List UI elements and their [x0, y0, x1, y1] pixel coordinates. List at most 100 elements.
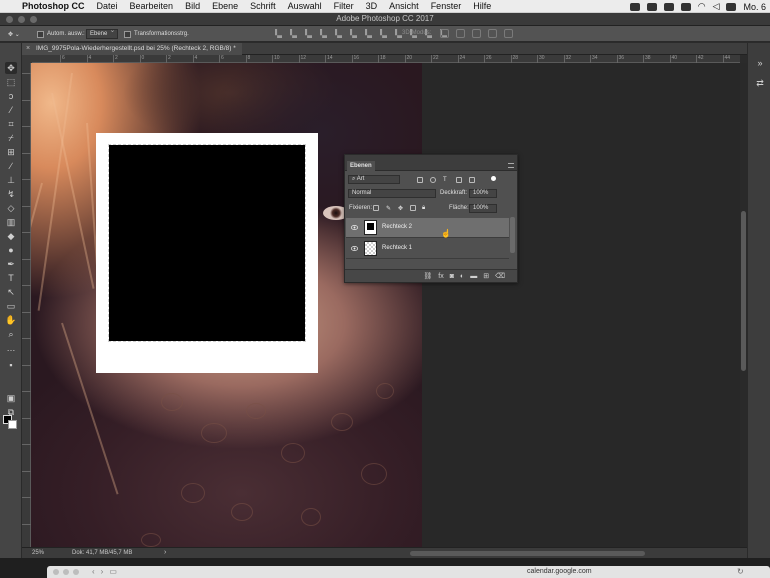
- align-left-icon[interactable]: [320, 29, 327, 38]
- layer-row-rechteck-1[interactable]: Rechteck 1: [346, 239, 509, 259]
- visibility-eye-icon[interactable]: [351, 224, 358, 231]
- align-top-icon[interactable]: [275, 29, 282, 38]
- layers-tab[interactable]: Ebenen: [347, 161, 375, 171]
- align-hcenter-icon[interactable]: [335, 29, 342, 38]
- display-icon[interactable]: [680, 2, 691, 11]
- 3d-roll-icon[interactable]: [456, 29, 465, 38]
- dropbox-icon[interactable]: [629, 2, 640, 11]
- vertical-scroll-thumb[interactable]: [741, 211, 746, 371]
- filter-pixel-icon[interactable]: [417, 177, 423, 183]
- 3d-orbit-icon[interactable]: [440, 29, 449, 38]
- lock-all-icon[interactable]: 🔒︎: [422, 205, 428, 211]
- zoom-tool-icon[interactable]: ⌕: [5, 328, 17, 340]
- filter-type-icon[interactable]: T: [443, 177, 449, 183]
- fx-icon[interactable]: fx: [438, 273, 443, 280]
- browser-zoom-button[interactable]: [73, 569, 79, 575]
- quick-select-tool-icon[interactable]: ⁄: [5, 104, 17, 116]
- auto-select-dropdown[interactable]: Ebene: [86, 27, 119, 39]
- dodge-tool-icon[interactable]: ●: [5, 244, 17, 256]
- layer-name[interactable]: Rechteck 1: [382, 245, 412, 251]
- black-rectangle-selection[interactable]: [108, 144, 306, 342]
- auto-select-option[interactable]: Autom. ausw.:: [37, 29, 85, 39]
- align-bottom-icon[interactable]: [305, 29, 312, 38]
- filter-adjustment-icon[interactable]: [430, 177, 436, 183]
- wifi-icon[interactable]: ◠: [698, 1, 706, 12]
- canvas-area[interactable]: [31, 63, 740, 547]
- move-tool-icon[interactable]: ✥ ⌄: [8, 29, 20, 39]
- menu-ebene[interactable]: Ebene: [212, 0, 238, 12]
- menu-filter[interactable]: Filter: [334, 0, 354, 12]
- hand-tool-icon[interactable]: ✋: [5, 314, 17, 326]
- layers-scrollbar[interactable]: [510, 217, 515, 253]
- type-tool-icon[interactable]: T: [5, 272, 17, 284]
- panel-menu-icon[interactable]: [508, 163, 514, 168]
- trash-icon[interactable]: ⌫: [495, 272, 505, 280]
- app-tray-icon[interactable]: [663, 2, 674, 11]
- gradient-tool-icon[interactable]: ▥: [5, 216, 17, 228]
- menu-hilfe[interactable]: Hilfe: [473, 0, 491, 12]
- visibility-eye-icon[interactable]: [351, 245, 358, 252]
- menu-auswahl[interactable]: Auswahl: [288, 0, 322, 12]
- background-color-swatch[interactable]: [8, 420, 17, 429]
- marquee-tool-icon[interactable]: ⬚: [5, 76, 17, 88]
- close-tab-icon[interactable]: ×: [26, 43, 30, 55]
- history-brush-tool-icon[interactable]: ↯: [5, 188, 17, 200]
- filter-kind-dropdown[interactable]: ⌕ Art: [348, 175, 400, 184]
- transform-checkbox[interactable]: [124, 30, 131, 38]
- auto-select-value[interactable]: Ebene: [86, 27, 119, 39]
- 3d-pan-icon[interactable]: [472, 29, 481, 38]
- opacity-input[interactable]: 100%: [469, 189, 497, 198]
- align-right-icon[interactable]: [350, 29, 357, 38]
- filter-toggle-icon[interactable]: [491, 176, 496, 181]
- new-layer-icon[interactable]: ⊞: [483, 272, 489, 280]
- distribute-top-icon[interactable]: [365, 29, 372, 38]
- menu-datei[interactable]: Datei: [97, 0, 118, 12]
- distribute-bottom-icon[interactable]: [395, 29, 402, 38]
- blend-mode-dropdown[interactable]: Normal: [348, 189, 436, 198]
- align-vcenter-icon[interactable]: [290, 29, 297, 38]
- menu-ansicht[interactable]: Ansicht: [389, 0, 419, 12]
- adjustment-icon[interactable]: ◐: [460, 273, 464, 280]
- layer-row-rechteck-2[interactable]: Rechteck 2: [346, 218, 509, 238]
- ruler-origin[interactable]: [22, 55, 32, 63]
- battery-icon[interactable]: [726, 2, 737, 11]
- properties-panel-icon[interactable]: ⇄: [754, 77, 766, 89]
- mask-icon[interactable]: ◙: [450, 273, 454, 280]
- browser-url[interactable]: calendar.google.com: [527, 568, 592, 575]
- 3d-slide-icon[interactable]: [488, 29, 497, 38]
- menu-schrift[interactable]: Schrift: [250, 0, 276, 12]
- blur-tool-icon[interactable]: ◆: [5, 230, 17, 242]
- horizontal-scroll-thumb[interactable]: [410, 551, 645, 556]
- browser-close-button[interactable]: [53, 569, 59, 575]
- browser-minimize-button[interactable]: [63, 569, 69, 575]
- menu-fenster[interactable]: Fenster: [431, 0, 462, 12]
- distribute-vcenter-icon[interactable]: [380, 29, 387, 38]
- crop-tool-icon[interactable]: ⌗: [5, 118, 17, 130]
- lock-transparent-icon[interactable]: [373, 205, 379, 211]
- layer-name[interactable]: Rechteck 2: [382, 224, 412, 230]
- move-tool-icon[interactable]: ✥: [5, 62, 17, 74]
- group-icon[interactable]: ▬: [470, 273, 477, 280]
- default-colors-icon[interactable]: ▪: [5, 359, 17, 371]
- polaroid-frame-layer[interactable]: [96, 133, 318, 373]
- horizontal-ruler[interactable]: 6 4 2 0 2 4 6 8 10 12 14 16 18 20 22 24 26 28 30 32 34 36 38 40…: [32, 55, 740, 63]
- document-tab[interactable]: × IMG_9975Pola-Wiederhergestellt.psd bei…: [22, 43, 242, 55]
- more-tools-icon[interactable]: …: [5, 342, 17, 354]
- lock-position-icon[interactable]: ✥: [398, 205, 404, 212]
- menu-app-name[interactable]: Photoshop CC: [22, 0, 85, 12]
- menu-bearbeiten[interactable]: Bearbeiten: [130, 0, 174, 12]
- vertical-ruler[interactable]: [22, 63, 31, 547]
- link-icon[interactable]: ⛓: [423, 272, 432, 280]
- browser-nav-arrows-icon[interactable]: ‹›▭: [92, 567, 123, 576]
- clone-stamp-tool-icon[interactable]: ⊥: [5, 174, 17, 186]
- lock-image-icon[interactable]: ✎: [386, 205, 392, 212]
- cloud-icon[interactable]: [646, 2, 657, 11]
- auto-select-checkbox[interactable]: [37, 30, 44, 38]
- eyedropper-tool-icon[interactable]: ⌿: [5, 132, 17, 144]
- quick-mask-icon[interactable]: ▣: [5, 392, 17, 404]
- menu-3d[interactable]: 3D: [366, 0, 378, 12]
- healing-brush-tool-icon[interactable]: ⊞: [5, 146, 17, 158]
- dock-expand-icon[interactable]: »: [754, 57, 766, 69]
- brush-tool-icon[interactable]: ∕: [5, 160, 17, 172]
- pen-tool-icon[interactable]: ✒: [5, 258, 17, 270]
